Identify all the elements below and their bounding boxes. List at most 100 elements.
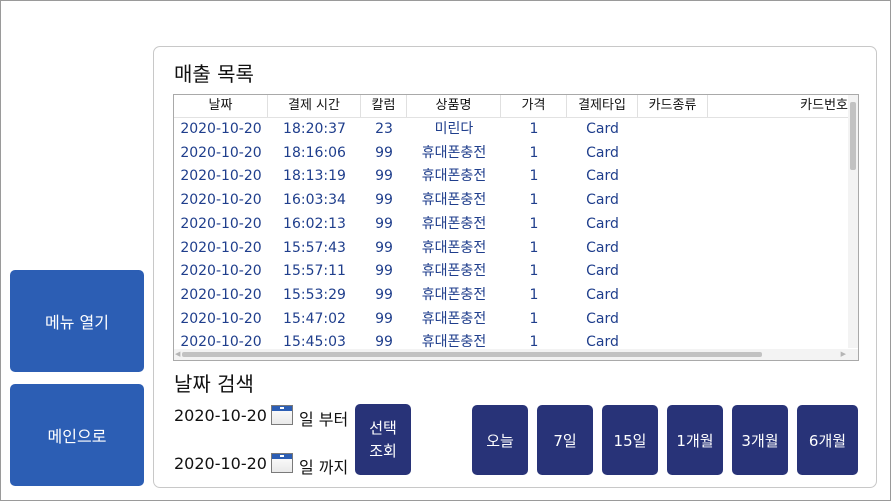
cell-paytype: Card [586,121,619,137]
cell-product: 휴대폰충전 [421,286,487,303]
cell-product: 휴대폰충전 [421,168,487,185]
calendar-icon[interactable] [271,405,293,425]
horizontal-scroll-thumb[interactable] [182,352,762,357]
cell-paytype: Card [586,215,619,232]
cell-paytype: Card [586,286,619,303]
cell-column: 99 [375,239,393,256]
calendar-icon[interactable] [271,453,293,473]
table-row[interactable]: 2020-10-20 15:57:11 99 휴대폰충전 1 Card [174,260,848,284]
col-header-cardnumber[interactable]: 카드번호 [708,95,848,117]
open-menu-label: 메뉴 열기 [45,313,109,332]
cell-column: 99 [375,192,393,209]
cell-column: 99 [375,310,393,327]
range-6months-label: 6개월 [808,431,847,450]
open-menu-button[interactable]: 메뉴 열기 [10,270,144,372]
cell-time: 18:16:06 [283,144,346,161]
range-15days-label: 15일 [613,431,647,450]
sales-list-title: 매출 목록 [174,62,254,86]
range-15days-button[interactable]: 15일 [602,405,658,475]
table-row[interactable]: 2020-10-20 16:02:13 99 휴대폰충전 1 Card [174,213,848,237]
cell-product: 휴대폰충전 [421,239,487,256]
table-row[interactable]: 2020-10-20 18:16:06 99 휴대폰충전 1 Card [174,142,848,166]
table-row[interactable]: 2020-10-20 16:03:34 99 휴대폰충전 1 Card [174,189,848,213]
cell-product: 미린다 [434,121,474,137]
col-header-date[interactable]: 날짜 [174,95,268,117]
cell-date: 2020-10-20 [180,286,262,303]
cell-time: 18:13:19 [283,168,346,185]
range-1month-button[interactable]: 1개월 [667,405,723,475]
range-3months-label: 3개월 [741,431,779,450]
col-header-product[interactable]: 상품명 [407,95,501,117]
from-date-value[interactable]: 2020-10-20 [174,406,267,425]
cell-date: 2020-10-20 [180,144,262,161]
cell-date: 2020-10-20 [180,192,262,209]
table-row[interactable]: 2020-10-20 18:13:19 99 휴대폰충전 1 Card [174,165,848,189]
table-row[interactable]: 2020-10-20 15:53:29 99 휴대폰충전 1 Card [174,284,848,308]
cell-paytype: Card [586,310,619,327]
vertical-scrollbar[interactable] [848,95,858,348]
cell-price: 1 [529,121,539,137]
to-date-value[interactable]: 2020-10-20 [174,454,267,473]
cell-paytype: Card [586,239,619,256]
cell-price: 1 [529,192,539,209]
cell-column: 99 [375,144,393,161]
cell-date: 2020-10-20 [180,168,262,185]
cell-column: 23 [375,121,393,137]
cell-time: 15:57:43 [283,239,346,256]
col-header-price[interactable]: 가격 [501,95,567,117]
cell-price: 1 [529,286,539,303]
cell-paytype: Card [586,144,619,161]
cell-time: 16:02:13 [283,215,346,232]
date-search-title: 날짜 검색 [174,372,254,396]
query-button[interactable]: 선택 조회 [355,404,411,475]
cell-time: 15:47:02 [283,310,346,327]
grid-header: 날짜 결제 시간 칼럼 상품명 가격 결제타입 카드종류 카드번호 [174,95,848,118]
cell-price: 1 [529,263,539,280]
from-suffix: 일 부터 [299,410,349,429]
cell-price: 1 [529,310,539,327]
sales-grid[interactable]: 날짜 결제 시간 칼럼 상품명 가격 결제타입 카드종류 카드번호 2020-1… [173,94,859,361]
query-label-line1: 선택 [369,418,397,437]
cell-time: 15:57:11 [283,263,346,280]
cell-date: 2020-10-20 [180,215,262,232]
scroll-left-arrow-icon[interactable]: ◀ [175,351,180,358]
table-row[interactable]: 2020-10-20 15:57:43 99 휴대폰충전 1 Card [174,237,848,261]
cell-time: 18:20:37 [283,121,346,137]
cell-date: 2020-10-20 [180,121,262,137]
table-row[interactable]: 2020-10-20 18:20:37 23 미린다 1 Card [174,118,848,142]
cell-time: 16:03:34 [283,192,346,209]
cell-column: 99 [375,286,393,303]
range-today-button[interactable]: 오늘 [472,405,528,475]
horizontal-scrollbar[interactable]: ◀ ▶ [174,349,858,360]
cell-date: 2020-10-20 [180,310,262,327]
cell-column: 99 [375,168,393,185]
range-7days-button[interactable]: 7일 [537,405,593,475]
cell-product: 휴대폰충전 [421,263,487,280]
cell-product: 휴대폰충전 [421,215,487,232]
scroll-right-arrow-icon[interactable]: ▶ [841,351,846,358]
col-header-paytype[interactable]: 결제타입 [567,95,638,117]
range-1month-label: 1개월 [676,431,714,450]
query-label-line2: 조회 [369,441,397,460]
cell-price: 1 [529,215,539,232]
cell-paytype: Card [586,192,619,209]
cell-column: 99 [375,215,393,232]
cell-time: 15:53:29 [283,286,346,303]
cell-price: 1 [529,144,539,161]
cell-product: 휴대폰충전 [421,144,487,161]
cell-product: 휴대폰충전 [421,192,487,209]
table-row[interactable]: 2020-10-20 15:47:02 99 휴대폰충전 1 Card [174,308,848,332]
cell-product: 휴대폰충전 [421,310,487,327]
col-header-column[interactable]: 칼럼 [361,95,407,117]
vertical-scroll-thumb[interactable] [850,102,856,170]
cell-price: 1 [529,168,539,185]
cell-paytype: Card [586,168,619,185]
range-today-label: 오늘 [486,431,514,450]
col-header-time[interactable]: 결제 시간 [268,95,361,117]
cell-column: 99 [375,263,393,280]
col-header-cardtype[interactable]: 카드종류 [638,95,708,117]
go-main-button[interactable]: 메인으로 [10,384,144,486]
range-6months-button[interactable]: 6개월 [797,405,858,475]
range-3months-button[interactable]: 3개월 [732,405,788,475]
cell-date: 2020-10-20 [180,263,262,280]
